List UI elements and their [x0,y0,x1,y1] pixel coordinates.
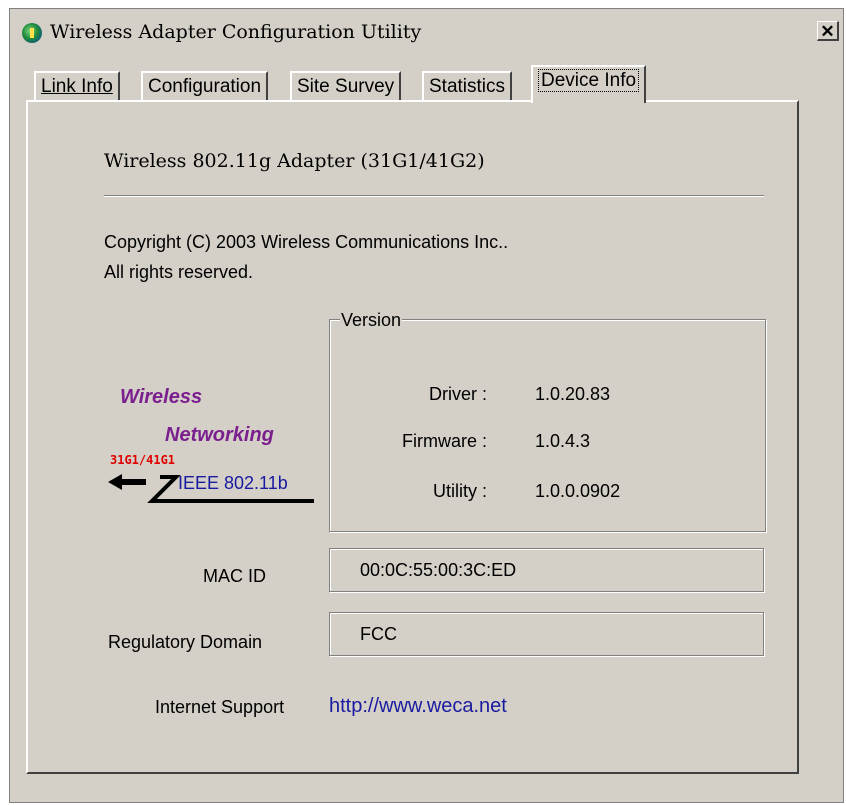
tab-device-info[interactable]: Device Info [531,65,647,103]
product-name: Wireless 802.11g Adapter (31G1/41G2) [104,150,485,172]
regulatory-label: Regulatory Domain [108,632,263,652]
divider [104,195,764,197]
support-link[interactable]: http://www.weca.net [329,695,507,718]
tab-label: Link Info [41,76,113,97]
version-legend: Version [340,310,403,331]
app-icon [22,23,42,43]
tab-link-info[interactable]: Link Info [34,71,120,102]
utility-value: 1.0.0.0902 [535,481,621,501]
tab-configuration[interactable]: Configuration [141,71,269,102]
rights-text: All rights reserved. [104,262,254,282]
title-bar: Wireless Adapter Configuration Utility ✕ [10,9,843,59]
tab-label: Statistics [429,76,506,97]
window-title: Wireless Adapter Configuration Utility [50,21,422,43]
mac-label: MAC ID [203,566,266,586]
support-label: Internet Support [155,697,285,717]
driver-value: 1.0.20.83 [535,384,611,404]
firmware-label: Firmware : [402,431,487,451]
utility-label: Utility : [433,481,487,501]
logo-ieee-text: IEEE 802.11b [178,473,288,493]
tab-site-survey[interactable]: Site Survey [290,71,402,102]
tab-label: Site Survey [297,76,395,97]
logo-model-text: 31G1/41G1 [110,453,176,467]
copyright-text: Copyright (C) 2003 Wireless Communicatio… [104,232,509,252]
mac-field: 00:0C:55:00:3C:ED [329,548,764,592]
tab-statistics[interactable]: Statistics [422,71,513,102]
regulatory-value: FCC [360,624,397,644]
driver-label: Driver : [429,384,487,404]
regulatory-field: FCC [329,612,764,656]
firmware-value: 1.0.4.3 [535,431,591,451]
mac-value: 00:0C:55:00:3C:ED [360,560,517,580]
tab-label: Configuration [148,76,262,97]
tab-label: Device Info [538,69,640,92]
logo-networking-text: Networking [165,424,274,446]
close-button[interactable]: ✕ [817,21,839,41]
logo-wireless-text: Wireless [120,386,203,408]
